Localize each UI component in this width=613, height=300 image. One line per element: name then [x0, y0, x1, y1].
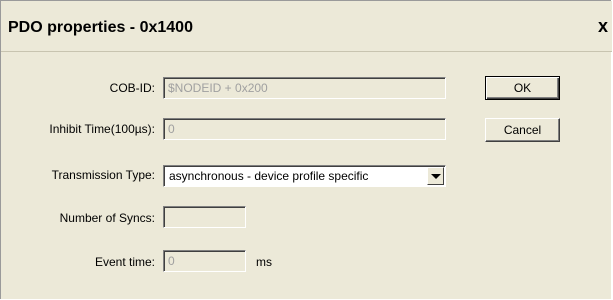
cob-id-field[interactable]: $NODEID + 0x200 — [163, 77, 446, 99]
ok-button[interactable]: OK — [485, 76, 560, 100]
close-icon[interactable]: x — [598, 16, 608, 37]
transmission-type-value: asynchronous - device profile specific — [169, 169, 369, 183]
transmission-type-select[interactable]: asynchronous - device profile specific — [163, 165, 446, 187]
event-time-field[interactable]: 0 — [163, 250, 246, 272]
pdo-properties-dialog: PDO properties - 0x1400 x COB-ID: $NODEI… — [0, 0, 612, 299]
chevron-down-icon[interactable] — [427, 167, 444, 185]
event-time-label: Event time: — [94, 255, 155, 269]
transmission-type-label: Transmission Type: — [51, 168, 155, 182]
number-of-syncs-label: Number of Syncs: — [59, 211, 155, 225]
event-time-unit: ms — [256, 255, 272, 269]
number-of-syncs-field[interactable] — [163, 206, 246, 228]
title-bar: PDO properties - 0x1400 x — [1, 1, 612, 52]
inhibit-time-field[interactable]: 0 — [163, 118, 446, 140]
cob-id-label: COB-ID: — [109, 81, 155, 95]
inhibit-time-label: Inhibit Time(100µs): — [49, 122, 155, 136]
dialog-title: PDO properties - 0x1400 — [8, 19, 193, 36]
cancel-button[interactable]: Cancel — [485, 118, 560, 142]
